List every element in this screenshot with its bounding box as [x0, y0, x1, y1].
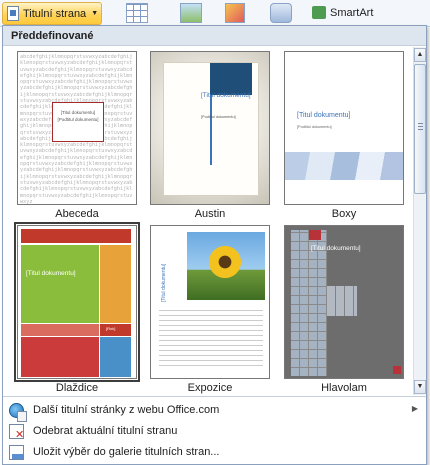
remove-cover-icon [9, 424, 24, 441]
cover-thumbnail: [Titul dokumentu] [Podtitul dokumentu] [284, 51, 404, 205]
preview-subtitle: [Podtitul dokumentu] [297, 125, 332, 129]
globe-icon [9, 403, 27, 422]
preview-subtitle: [Podtitul dokumentu] [201, 115, 236, 119]
ribbon-strip: Titulní strana ▼ SmartArt [0, 0, 430, 27]
preview-year: [Rok] [106, 326, 116, 331]
cover-tile-label: Expozice [187, 382, 233, 394]
smartart-button[interactable]: SmartArt [312, 6, 373, 19]
cover-page-icon [7, 6, 19, 21]
menu-item-remove-cover[interactable]: Odebrat aktuální titulní stranu [3, 421, 426, 443]
scrollbar-thumb[interactable] [414, 64, 426, 194]
preview-subtitle: [Podtitul dokumentu] [57, 117, 99, 122]
cover-page-button[interactable]: Titulní strana ▼ [2, 2, 102, 25]
text-lines [159, 306, 263, 366]
scroll-down-icon[interactable]: ▼ [414, 380, 426, 394]
gallery-scrollbar[interactable]: ▲ ▼ [413, 47, 426, 395]
menu-item-more-covers[interactable]: Další titulní stránky z webu Office.com … [3, 400, 426, 422]
cover-tile-label: Austin [194, 208, 226, 220]
austin-page-frame [163, 62, 259, 196]
menu-item-label: Odebrat aktuální titulní stranu [33, 425, 178, 437]
smartart-label: SmartArt [330, 6, 374, 19]
table-icon[interactable] [126, 3, 148, 23]
preview-title: [Titul dokumentu] [297, 112, 351, 119]
cover-tile-label: Dlaždice [55, 382, 99, 394]
cover-page-gallery: abcdefghijklmnopqrstuvwxyzabcdefghijklmn… [3, 47, 413, 395]
gallery-menu: Další titulní stránky z webu Office.com … [3, 396, 426, 464]
sunflower-icon [207, 244, 243, 280]
cover-thumbnail: abcdefghijklmnopqrstuvwxyzabcdefghijklmn… [17, 51, 137, 205]
shapes-icon[interactable] [270, 3, 292, 23]
chevron-down-icon: ▼ [91, 10, 99, 17]
cover-tile-label: Boxy [331, 208, 357, 220]
preview-title: [Titul dokumentu] [60, 110, 96, 115]
smartart-icon [312, 6, 326, 19]
gallery-section-header: Předdefinované [3, 26, 426, 46]
clipart-icon[interactable] [225, 3, 245, 23]
preview-title: [Titul dokumentu] [311, 245, 361, 252]
cover-tile-label: Abeceda [55, 208, 99, 220]
preview-title: [Titul dokumentu] [161, 263, 167, 302]
cover-page-dropdown: Předdefinované abcdefghijklmnopqrstuvwxy… [2, 25, 427, 465]
cover-thumbnail: [Titul dokumentu] [Podtitul dokumentu] [150, 51, 270, 205]
boxy-ribbon-graphic [285, 152, 403, 180]
picture-icon[interactable] [180, 3, 202, 23]
cover-tile-label: Hlavolam [321, 382, 367, 394]
cover-thumbnail: [Titul dokumentu] [Rok] [14, 222, 140, 382]
cover-thumbnail: [Titul dokumentu] [150, 225, 270, 379]
menu-item-label: Další titulní stránky z webu Office.com [33, 404, 220, 416]
cover-thumbnail: [Titul dokumentu] [284, 225, 404, 379]
submenu-arrow-icon: ▶ [411, 404, 418, 413]
menu-item-label: Uložit výběr do galerie titulních stran.… [33, 446, 220, 458]
preview-title: [Titul dokumentu] [201, 92, 251, 99]
scroll-up-icon[interactable]: ▲ [414, 48, 426, 62]
preview-title: [Titul dokumentu] [26, 270, 76, 277]
save-to-gallery-icon [9, 445, 24, 460]
menu-item-save-selection[interactable]: Uložit výběr do galerie titulních stran.… [3, 442, 426, 464]
abc-title-box: [Titul dokumentu] [Podtitul dokumentu] [52, 102, 104, 142]
cover-page-button-label: Titulní strana [23, 7, 87, 20]
